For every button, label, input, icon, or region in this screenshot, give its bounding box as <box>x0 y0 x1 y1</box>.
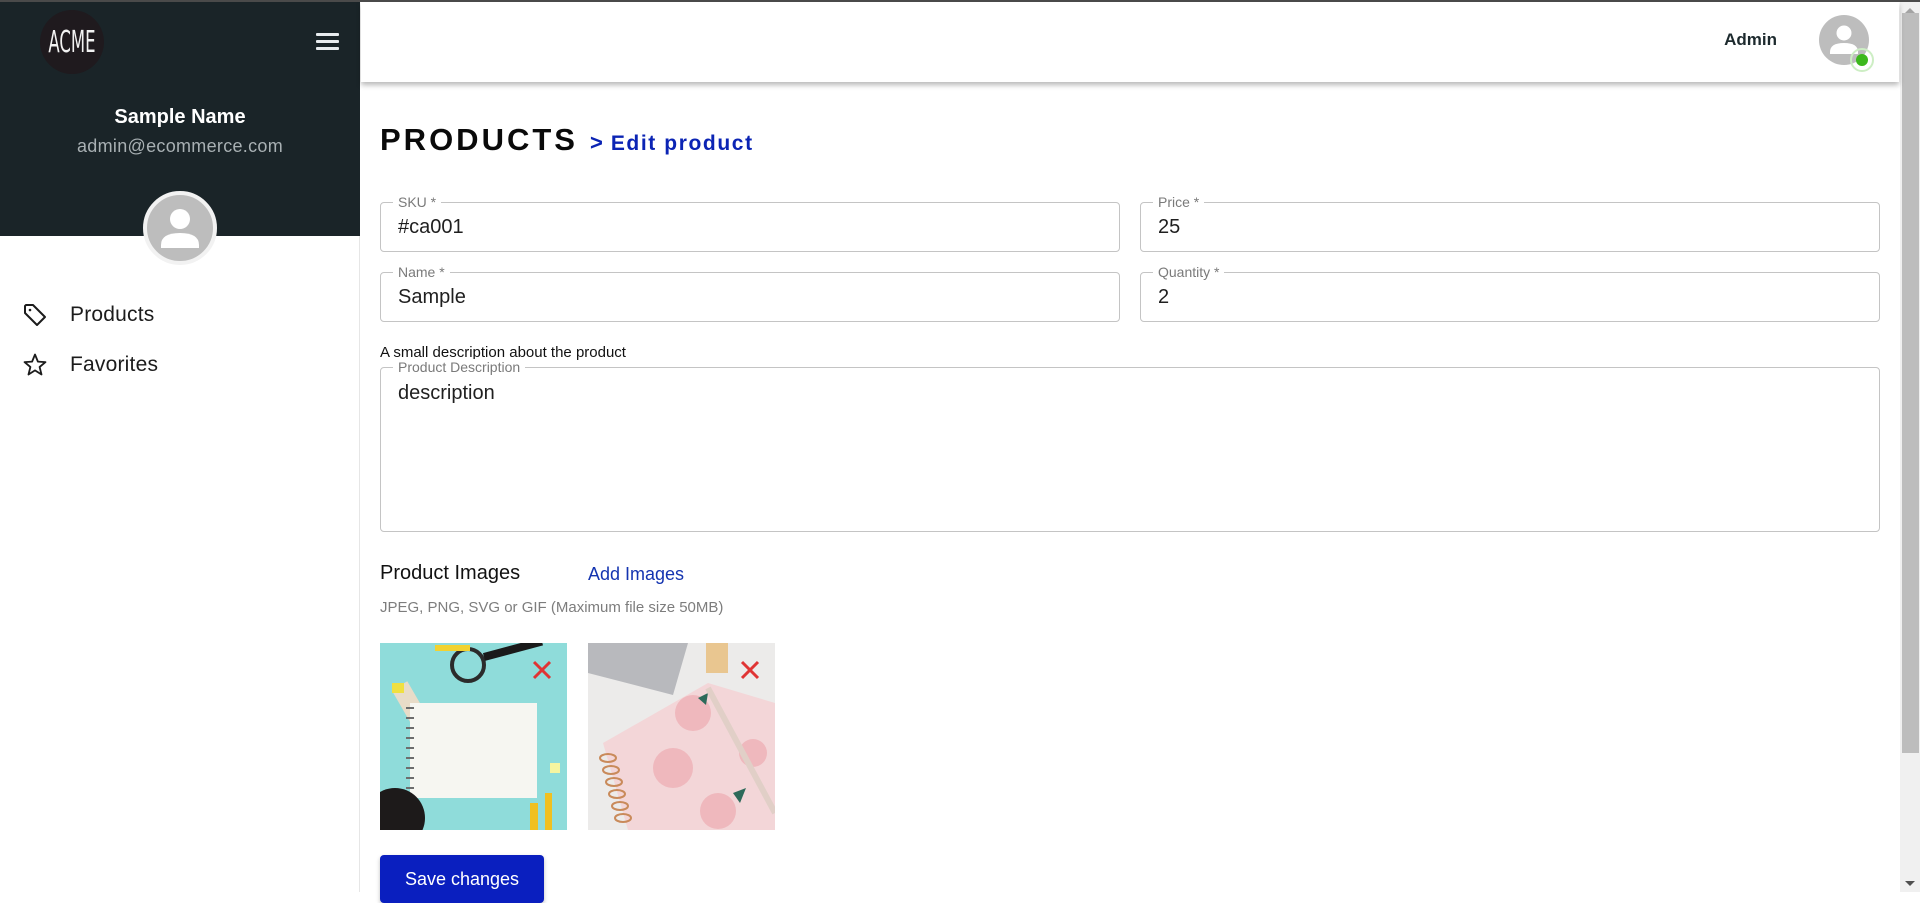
online-status-dot <box>1856 54 1868 66</box>
page-title[interactable]: PRODUCTS <box>380 122 578 158</box>
hamburger-icon <box>316 33 339 36</box>
main-content: PRODUCTS > Edit product SKU * Price * Na… <box>361 82 1900 903</box>
product-images-title: Product Images <box>380 562 521 584</box>
menu-toggle-button[interactable] <box>316 33 341 51</box>
remove-image-icon[interactable] <box>531 659 553 681</box>
name-input[interactable] <box>398 286 1102 309</box>
price-field[interactable]: Price * <box>1140 194 1880 252</box>
sidebar-nav: Products Favorites <box>0 290 360 390</box>
breadcrumb: PRODUCTS > Edit product <box>380 122 754 158</box>
user-silhouette-icon <box>161 209 199 248</box>
sidebar-avatar[interactable] <box>143 191 217 265</box>
window-top-border <box>0 0 1920 2</box>
add-images-button[interactable]: Add Images <box>588 564 684 585</box>
top-header: Admin <box>361 2 1899 82</box>
hamburger-icon-bar <box>316 47 339 50</box>
sidebar-item-label: Favorites <box>70 353 159 376</box>
scrollbar-thumb[interactable] <box>1902 13 1919 753</box>
user-email: admin@ecommerce.com <box>76 136 284 156</box>
save-changes-button[interactable]: Save changes <box>380 855 544 903</box>
product-image-thumbnail[interactable] <box>380 643 567 830</box>
sku-label: SKU * <box>393 194 442 210</box>
tag-icon <box>22 302 48 328</box>
price-input[interactable] <box>1158 216 1862 239</box>
quantity-field[interactable]: Quantity * <box>1140 264 1880 322</box>
vertical-scrollbar[interactable] <box>1900 2 1920 892</box>
description-field[interactable]: Product Description description <box>380 359 1880 532</box>
chevron-right-icon: > <box>589 130 603 155</box>
star-icon <box>22 352 48 378</box>
name-label: Name * <box>393 264 450 280</box>
logo-text: ACME <box>48 24 96 60</box>
remove-image-icon[interactable] <box>739 659 761 681</box>
quantity-input[interactable] <box>1158 286 1862 309</box>
breadcrumb-current: Edit product <box>610 132 754 155</box>
sidebar-item-products[interactable]: Products <box>0 290 360 340</box>
user-name: Sample Name <box>114 106 246 128</box>
quantity-label: Quantity * <box>1153 264 1225 280</box>
images-format-hint: JPEG, PNG, SVG or GIF (Maximum file size… <box>380 599 724 616</box>
hamburger-icon-bar <box>316 40 339 43</box>
sidebar-item-label: Products <box>70 303 155 326</box>
sidebar: ACME Sample Name admin@ecommerce.com Pro… <box>0 0 360 892</box>
sku-field[interactable]: SKU * <box>380 194 1120 252</box>
acme-logo[interactable]: ACME <box>40 10 104 74</box>
sidebar-item-favorites[interactable]: Favorites <box>0 340 360 390</box>
sku-input[interactable] <box>398 216 1102 239</box>
price-label: Price * <box>1153 194 1205 210</box>
user-role-label: Admin <box>1724 30 1777 49</box>
description-textarea[interactable]: description <box>398 382 1862 512</box>
description-label: Product Description <box>393 359 526 375</box>
name-field[interactable]: Name * <box>380 264 1120 322</box>
scroll-down-arrow-icon[interactable] <box>1905 881 1915 886</box>
product-image-thumbnail[interactable] <box>588 643 775 830</box>
